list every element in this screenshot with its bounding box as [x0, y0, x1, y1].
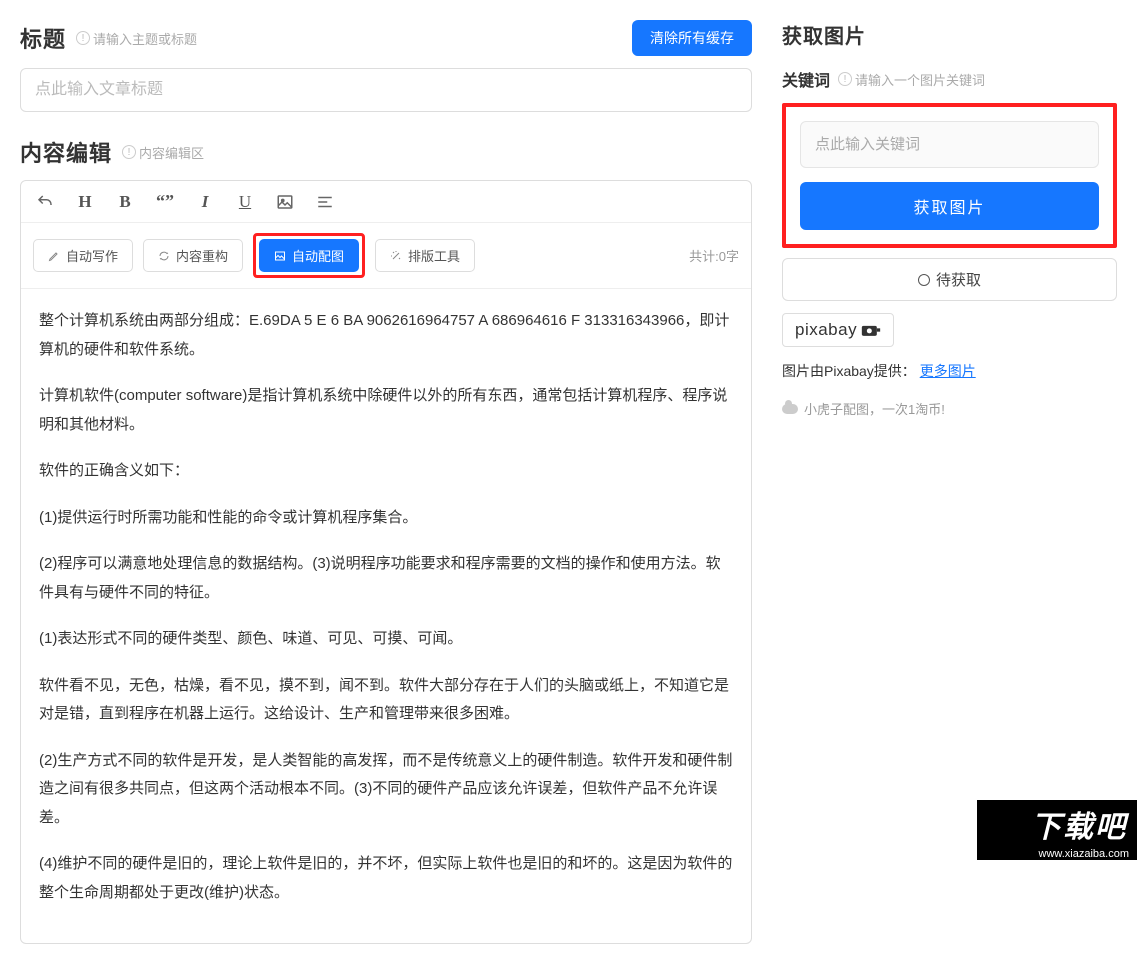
auto-write-button[interactable]: 自动写作 [33, 239, 133, 272]
restructure-button[interactable]: 内容重构 [143, 239, 243, 272]
info-icon: ! [122, 145, 136, 159]
cloud-icon [782, 404, 798, 414]
info-icon: ! [838, 72, 852, 86]
title-hint: ! 请输入主题或标题 [76, 29, 197, 48]
footer-note: 小虎子配图，一次1淘币! [782, 399, 1117, 418]
paragraph: (1)表达形式不同的硬件类型、颜色、味道、可见、可摸、可闻。 [39, 625, 733, 654]
align-icon[interactable] [315, 193, 335, 211]
bold-icon[interactable]: B [115, 192, 135, 212]
paragraph: (2)程序可以满意地处理信息的数据结构。(3)说明程序功能要求和程序需要的文档的… [39, 550, 733, 607]
paragraph: (1)提供运行时所需功能和性能的命令或计算机程序集合。 [39, 504, 733, 533]
more-images-link[interactable]: 更多图片 [920, 363, 976, 379]
keyword-highlight-block: 获取图片 [782, 103, 1117, 248]
undo-icon[interactable] [35, 193, 55, 211]
auto-image-button[interactable]: 自动配图 [259, 239, 359, 272]
paragraph: 软件看不见，无色，枯燥，看不见，摸不到，闻不到。软件大部分存在于人们的头脑或纸上… [39, 672, 733, 729]
circle-icon [918, 274, 930, 286]
layout-tool-button[interactable]: 排版工具 [375, 239, 475, 272]
provided-row: 图片由Pixabay提供： 更多图片 [782, 361, 1117, 381]
paragraph: (2)生产方式不同的软件是开发，是人类智能的高发挥，而不是传统意义上的硬件制造。… [39, 747, 733, 833]
auto-image-highlight: 自动配图 [253, 233, 365, 278]
image-panel-header: 获取图片 [782, 20, 1117, 49]
pencil-icon [48, 250, 60, 262]
keyword-header: 关键词 ! 请输入一个图片关键词 [782, 67, 1117, 91]
keyword-input[interactable] [800, 121, 1099, 168]
paragraph: 整个计算机系统由两部分组成：E.69DA 5 E 6 BA 9062616964… [39, 307, 733, 364]
watermark: 下载吧 www.xiazaiba.com [977, 800, 1137, 860]
keyword-hint: ! 请输入一个图片关键词 [838, 70, 985, 89]
content-section-header: 内容编辑 ! 内容编辑区 [20, 136, 752, 168]
pixabay-badge: pixabay [782, 313, 894, 347]
heading-icon[interactable]: H [75, 192, 95, 212]
info-icon: ! [76, 31, 90, 45]
paragraph: (4)维护不同的硬件是旧的，理论上软件是旧的，并不坏，但实际上软件也是旧的和坏的… [39, 850, 733, 907]
image-panel-title: 获取图片 [782, 20, 866, 49]
fetch-image-button[interactable]: 获取图片 [800, 182, 1099, 230]
watermark-text: 下载吧 [977, 800, 1137, 846]
refresh-icon [158, 250, 170, 262]
title-section-header: 标题 ! 请输入主题或标题 清除所有缓存 [20, 20, 752, 56]
wand-icon [390, 250, 402, 262]
keyword-label: 关键词 [782, 67, 830, 91]
clear-cache-button[interactable]: 清除所有缓存 [632, 20, 752, 56]
paragraph: 计算机软件(computer software)是指计算机系统中除硬件以外的所有… [39, 382, 733, 439]
format-toolbar: H B “” I U [21, 181, 751, 223]
title-label: 标题 [20, 22, 66, 54]
article-title-input[interactable] [20, 68, 752, 112]
editor-box: H B “” I U 自动写作 内容重构 [20, 180, 752, 944]
content-label: 内容编辑 [20, 136, 112, 168]
paragraph: 软件的正确含义如下： [39, 457, 733, 486]
quote-icon[interactable]: “” [155, 191, 175, 212]
underline-icon[interactable]: U [235, 192, 255, 212]
pending-button[interactable]: 待获取 [782, 258, 1117, 301]
camera-icon [861, 323, 881, 337]
image-icon[interactable] [275, 193, 295, 211]
content-area[interactable]: 整个计算机系统由两部分组成：E.69DA 5 E 6 BA 9062616964… [21, 289, 751, 943]
word-count: 共计:0字 [689, 246, 739, 265]
picture-icon [274, 250, 286, 262]
content-hint: ! 内容编辑区 [122, 143, 204, 162]
action-toolbar: 自动写作 内容重构 自动配图 排版工具 共计:0字 [21, 223, 751, 289]
italic-icon[interactable]: I [195, 192, 215, 212]
